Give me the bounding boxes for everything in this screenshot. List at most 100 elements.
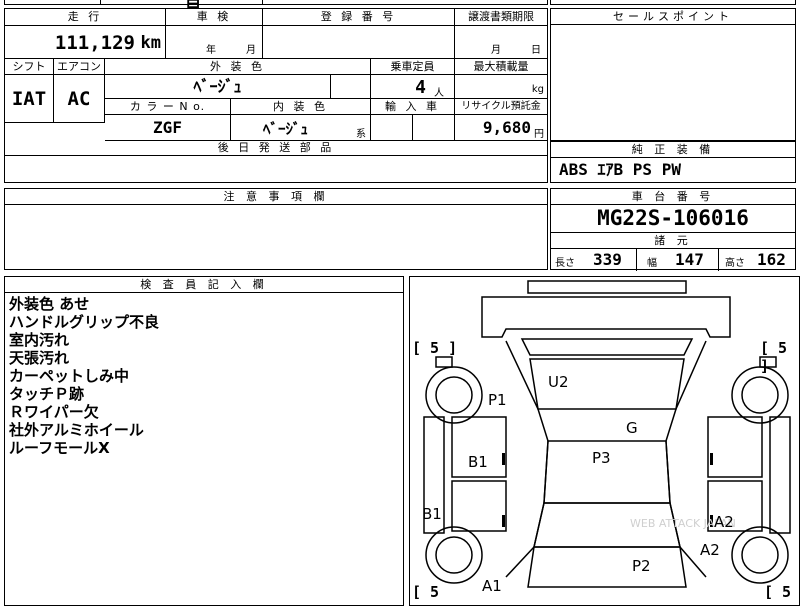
aircon-label: エアコン [54,59,105,75]
main-spec-table: 走 行 車 検 登 録 番 号 譲渡書類期限 111,129 km 年 月 月 … [4,8,548,156]
vehicle-diagram-box: WEB ATTACK JAPAN [ 5 ] [ 5 ] [ 5 [ 5 U2 … [409,276,800,606]
inspector-remark-item: ルーフモールX [9,439,110,457]
wheel-rear-left [425,526,483,584]
notes-box: 注 意 事 項 欄 [4,188,548,270]
damage-mark-a2-upper: A2 [714,513,734,531]
dim-divider-1 [636,249,637,271]
mirror-left [435,356,453,368]
registration-cell [263,26,455,59]
transfer-label: 譲渡書類期限 [455,9,547,26]
rear-panel-outline [527,546,687,588]
import-label: 輸 入 車 [371,99,455,115]
wheel-front-right [731,366,789,424]
inspector-remark-item: 室内汚れ [9,331,70,349]
mileage-unit: km [140,33,161,53]
transfer-month: 月 [491,45,501,56]
top-cutoff-row [4,0,548,5]
inspection-cell: 年 月 [166,26,263,59]
cabin-left-outline [505,340,549,578]
shift-label: シフト [5,59,54,75]
front-panel-outline [481,296,731,338]
mileage-cell: 111,129 km [5,26,166,59]
mileage-value: 111,129 [54,32,135,54]
ext-color-label: 外 装 色 [105,59,371,75]
ext-color-extra-cell [331,75,371,99]
tire-tread-rear-right: [ 5 [764,583,792,601]
inspection-month: 月 [246,45,256,56]
top-cutoff-row-right [550,0,796,5]
wheel-rear-left-inner [435,536,473,574]
right-sill [769,416,791,534]
shift-value: IAT [5,75,54,123]
load-label: 最大積載量 [455,59,547,75]
damage-mark-p3: P3 [592,449,611,467]
tire-tread-rear-left: [ 5 [412,583,440,601]
handle-left-rear [502,515,505,527]
inspection-year: 年 [206,45,216,56]
capacity-cell: 4 人 [371,75,455,99]
load-unit: kg [531,84,544,95]
inspector-remark-item: カーペットしみ中 [9,367,130,385]
chassis-value: MG22S-106016 [551,205,795,233]
import-cell-b [413,115,455,141]
registration-label: 登 録 番 号 [263,9,455,26]
transfer-cell: 月 日 [455,26,547,59]
recycle-value: 9,680 [482,118,531,137]
color-no-label: カ ラ ー N o. [105,99,231,115]
tire-tread-front-right: [ 5 ] [760,339,788,375]
ext-color-value: ﾍﾞｰｼﾞｭ [105,75,331,99]
right-door-front [707,416,763,478]
equipment-box: 純 正 装 備 ABS ｴｱB PS PW [550,141,796,183]
top-cutoff-divider [262,0,263,5]
inspector-remark-item: Ｒワイパー欠 [9,403,99,421]
damage-mark-b1-side: B1 [468,453,488,471]
dimensions-row: 長さ 339 幅 147 高さ 162 [551,249,795,271]
mileage-label: 走 行 [5,9,166,26]
wheel-front-left-inner [435,376,473,414]
damage-mark-a2-lower: A2 [700,541,720,559]
notes-label: 注 意 事 項 欄 [5,189,547,205]
top-cutoff-divider [100,0,101,5]
int-color-label: 内 装 色 [231,99,371,115]
color-no-value: ZGF [105,115,231,141]
int-color-suffix: 系 [356,129,366,140]
specs-label: 諸 元 [551,233,795,249]
height-label: 高さ [725,258,745,269]
load-cell: kg [455,75,547,99]
capacity-unit: 人 [434,88,444,99]
sales-point-label: セールスポイント [551,9,795,25]
chassis-label: 車 台 番 号 [551,189,795,205]
length-value: 339 [593,250,622,269]
inspector-remark-item: 外装色 あせ [9,295,90,313]
damage-mark-b1-low: B1 [422,505,442,523]
damage-mark-p1: P1 [488,391,507,409]
sales-point-box: セールスポイント [550,8,796,141]
inspector-remark-item: タッチＰ跡 [9,385,85,403]
handle-left-front [502,453,505,465]
damage-mark-u2: U2 [548,373,569,391]
inspector-remark-item: 社外アルミホイール [9,421,144,439]
capacity-value: 4 [415,77,426,98]
wheel-front-left [425,366,483,424]
chassis-box: 車 台 番 号 MG22S-106016 諸 元 長さ 339 幅 147 高さ… [550,188,796,271]
recycle-unit: 円 [534,129,544,140]
inspector-label: 検 査 員 記 入 欄 [5,277,403,293]
aircon-value: AC [54,75,105,123]
height-value: 162 [757,250,786,269]
width-label: 幅 [647,258,657,269]
inspection-label: 車 検 [166,9,263,26]
int-color-value: ﾍﾞｰｼﾞｭ [263,120,309,138]
transfer-day: 日 [531,45,541,56]
capacity-label: 乗車定員 [371,59,455,75]
vehicle-diagram: WEB ATTACK JAPAN [423,280,791,588]
dim-divider-2 [718,249,719,271]
inspector-box: 検 査 員 記 入 欄 外装色 あせ ハンドルグリップ不良 室内汚れ 天張汚れ カーペッ… [4,276,404,606]
handle-right-front [710,453,713,465]
postship-label: 後 日 発 送 部 品 [217,141,335,154]
wheel-rear-right [731,526,789,584]
tire-tread-front-left: [ 5 ] [412,339,458,357]
length-label: 長さ [555,258,575,269]
front-bumper-outline [527,280,687,294]
damage-mark-a1: A1 [482,577,502,595]
recycle-label: リサイクル預託金 [455,99,547,115]
